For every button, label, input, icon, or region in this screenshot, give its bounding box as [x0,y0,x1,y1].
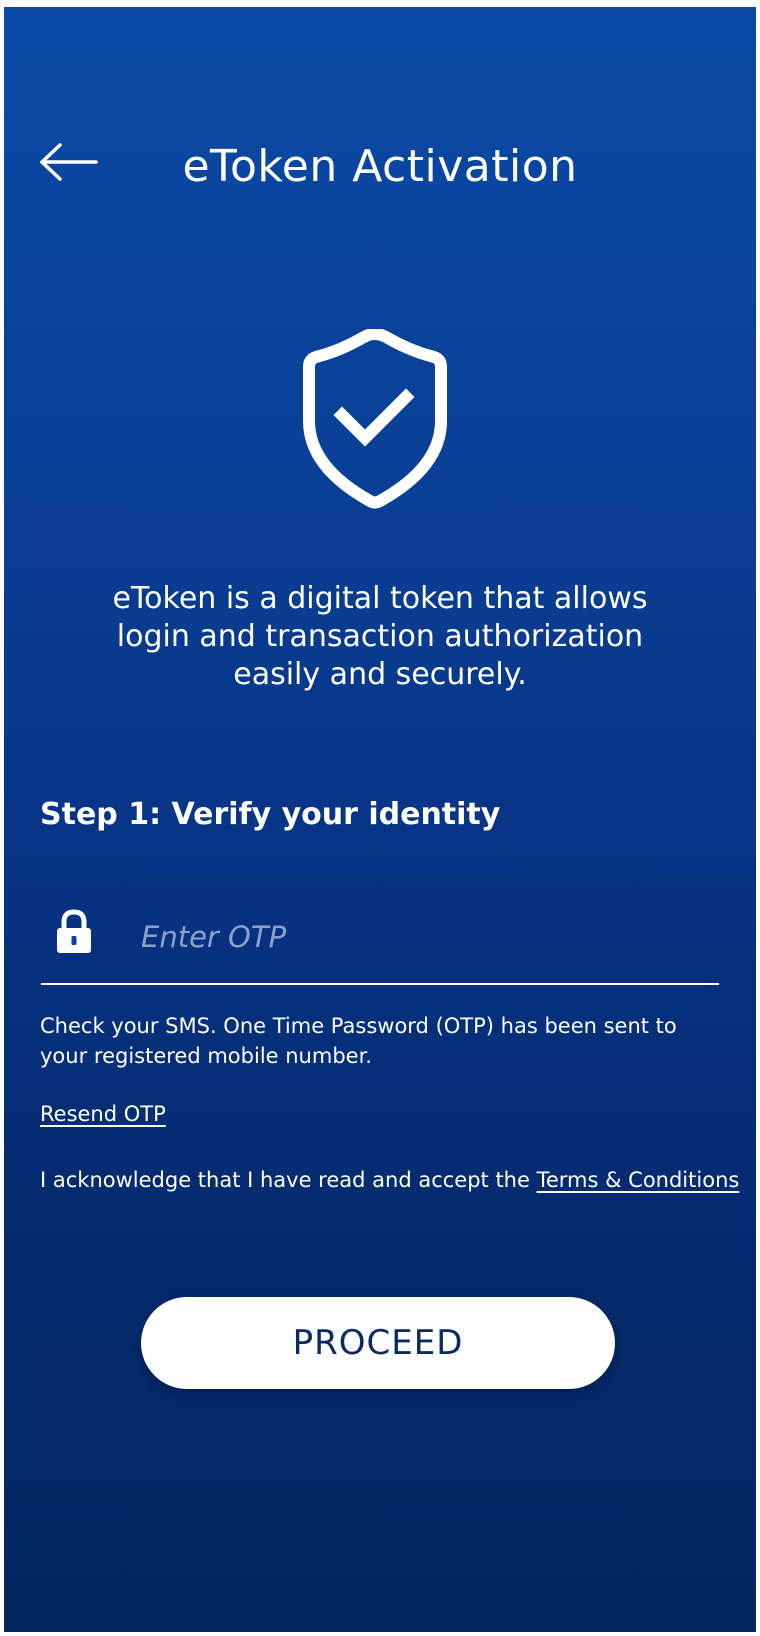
resend-otp-link[interactable]: Resend OTP [40,1099,166,1129]
otp-input[interactable] [139,911,703,963]
page-title: eToken Activation [182,141,578,192]
proceed-button[interactable]: PROCEED [141,1297,615,1389]
shield-check-icon [292,328,458,515]
otp-field[interactable] [41,897,719,985]
lock-icon [57,909,91,953]
terms-conditions-link[interactable]: Terms & Conditions [537,1168,740,1192]
step-title: Step 1: Verify your identity [40,797,501,832]
sms-note: Check your SMS. One Time Password (OTP) … [40,1014,677,1068]
app-screen: eToken Activation eToken is a digital to… [4,7,756,1632]
terms-prefix: I acknowledge that I have read and accep… [40,1168,537,1192]
terms-acknowledgement: I acknowledge that I have read and accep… [40,1165,740,1195]
intro-description: eToken is a digital token that allows lo… [112,581,648,692]
